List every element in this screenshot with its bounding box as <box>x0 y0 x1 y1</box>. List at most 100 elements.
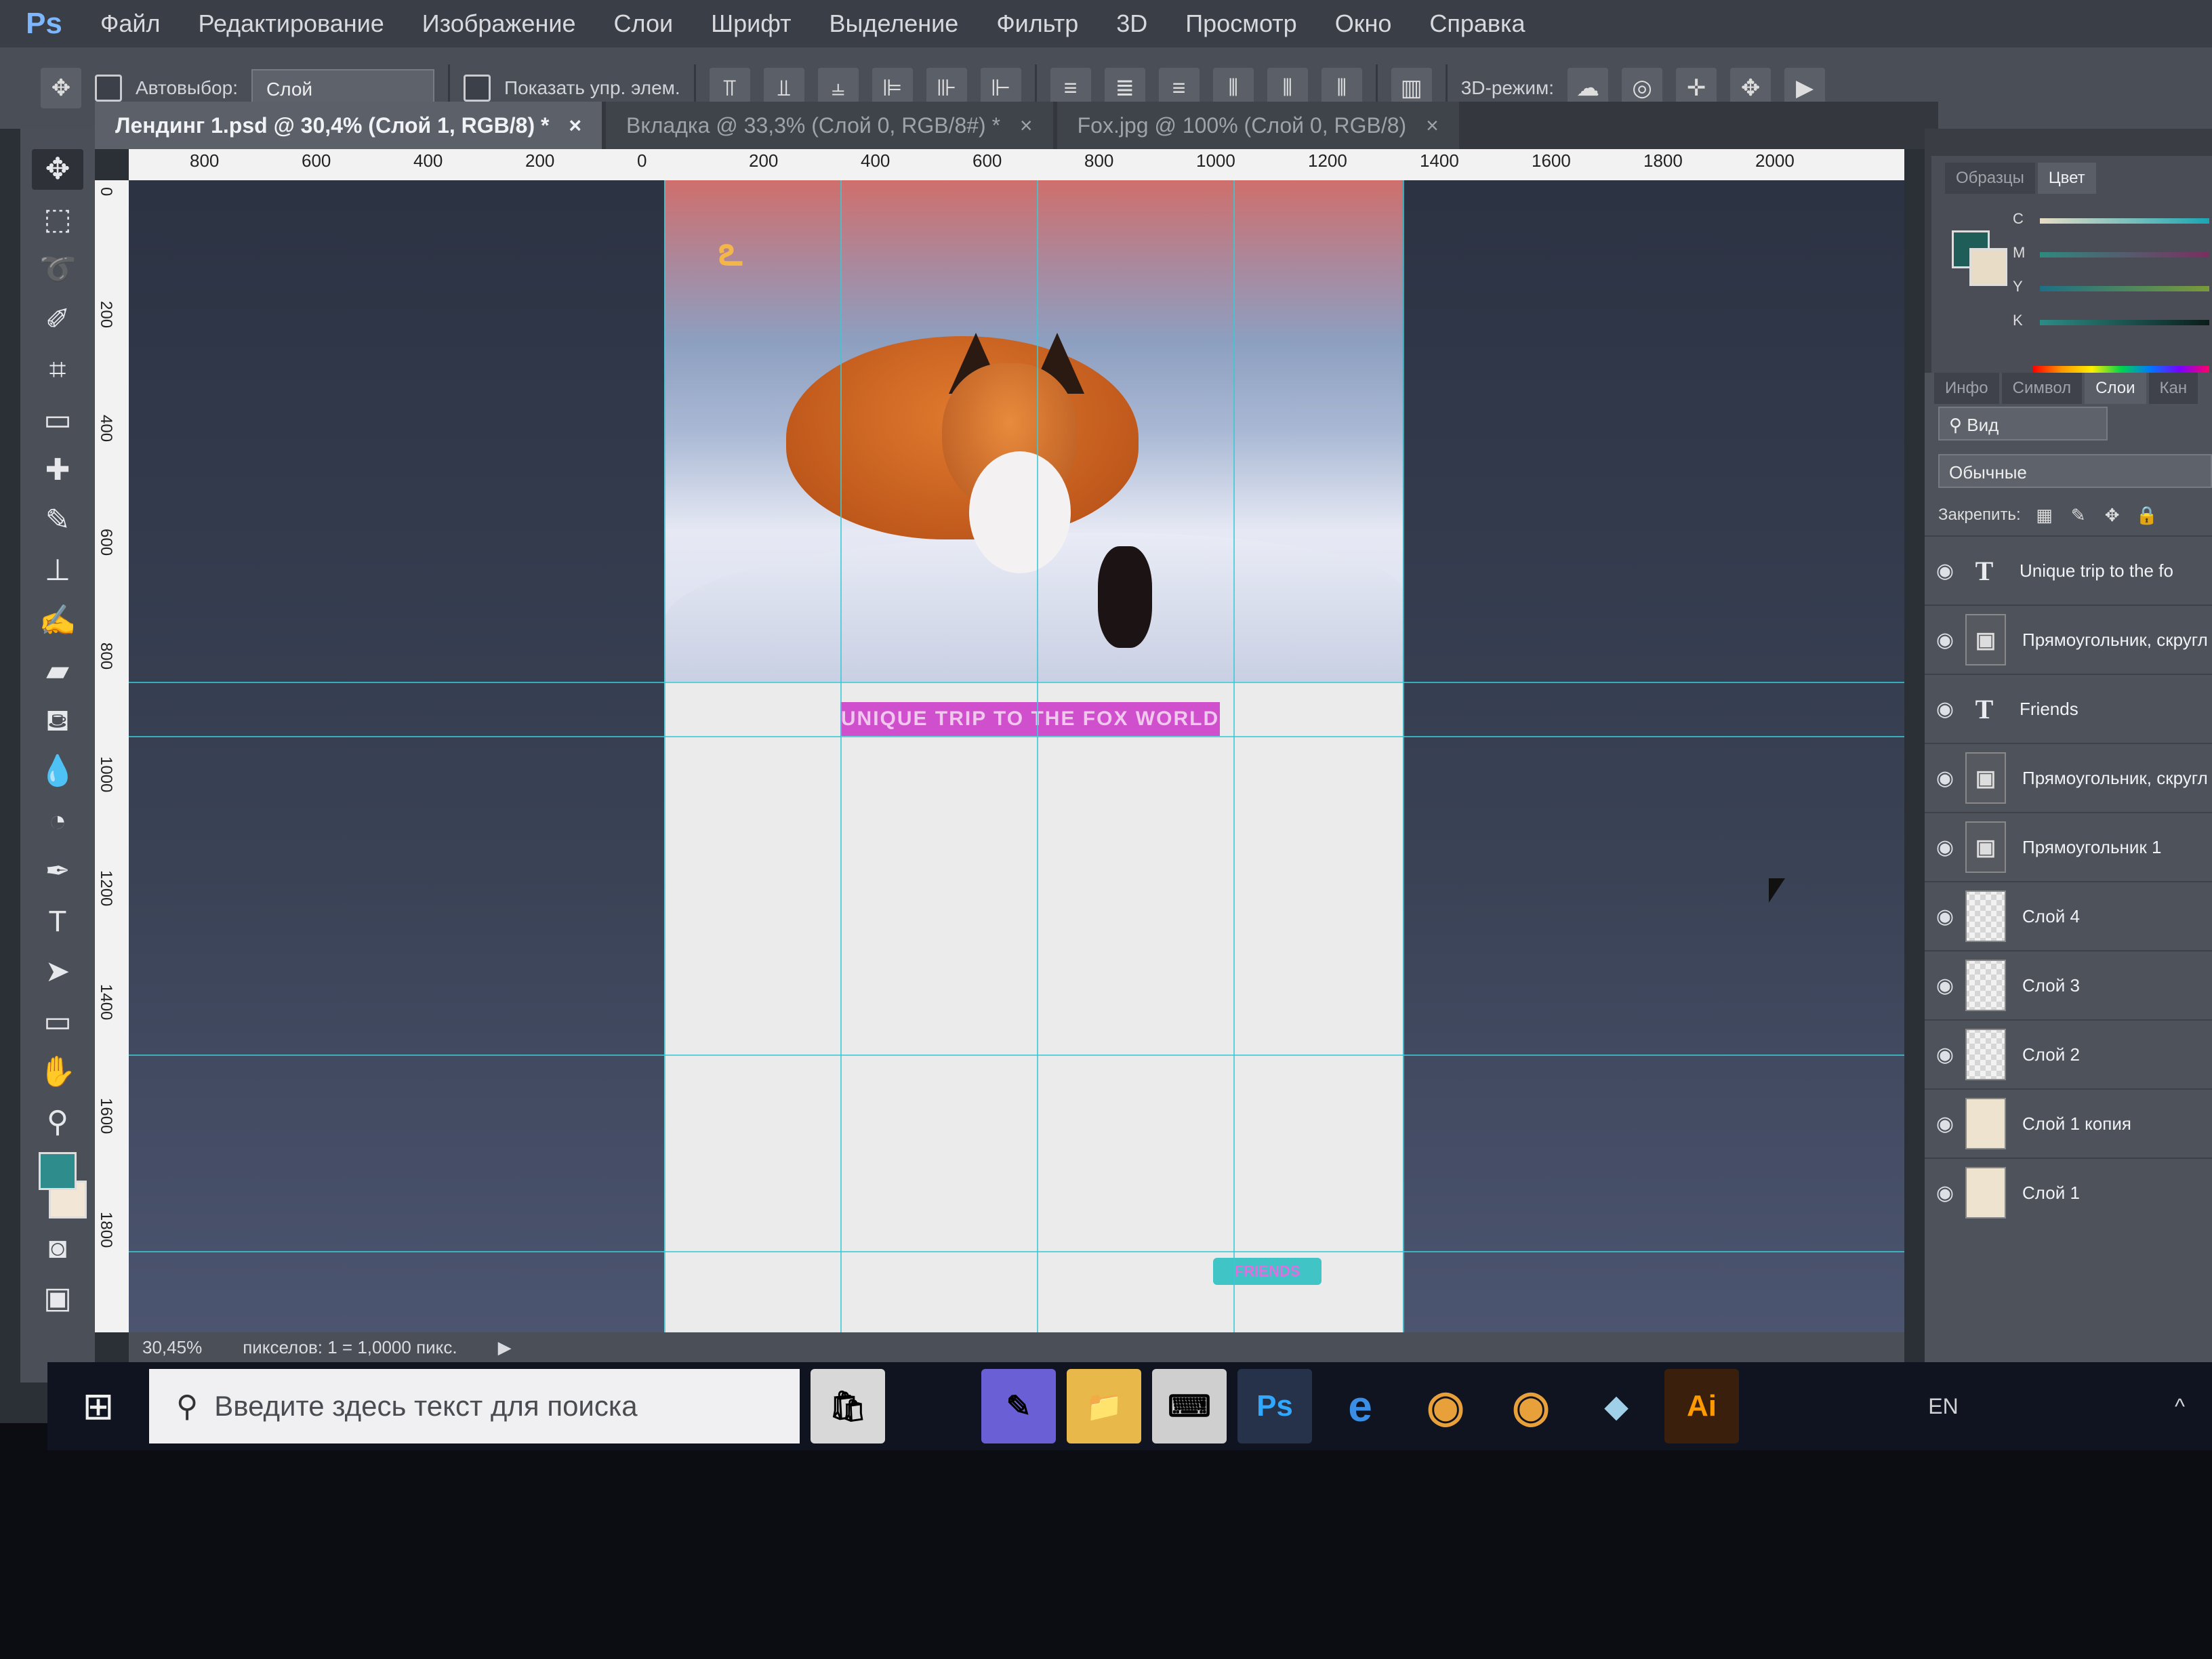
guide-horizontal[interactable] <box>129 736 1904 737</box>
document-info[interactable]: пикселов: 1 = 1,0000 пикс. <box>243 1337 457 1358</box>
windows-start-icon[interactable]: ⊞ <box>47 1362 149 1450</box>
slider-track[interactable] <box>2040 218 2209 224</box>
document-canvas[interactable]: ఽ UNIQUE TRIP TO THE FOX WORLD FRIENDS <box>664 180 1403 1332</box>
history-brush-tool-icon[interactable]: ✍ <box>32 600 83 641</box>
layer-row[interactable]: ◉ Слой 3 <box>1925 950 2212 1019</box>
eye-icon[interactable]: ◉ <box>1925 628 1965 652</box>
panel-background-swatch[interactable] <box>1969 248 2007 286</box>
healing-brush-tool-icon[interactable]: ✚ <box>32 450 83 491</box>
menu-3d[interactable]: 3D <box>1097 9 1166 38</box>
layer-row[interactable]: ◉ Слой 4 <box>1925 881 2212 950</box>
crop-tool-icon[interactable]: ⌗ <box>32 350 83 390</box>
eraser-tool-icon[interactable]: ▰ <box>32 651 83 691</box>
layer-row[interactable]: ◉ ▣ Прямоугольник, скругл <box>1925 605 2212 674</box>
menu-help[interactable]: Справка <box>1410 9 1544 38</box>
tab-second-document[interactable]: Вкладка @ 33,3% (Слой 0, RGB/8#) * × <box>606 102 1053 149</box>
canvas-area[interactable]: ఽ UNIQUE TRIP TO THE FOX WORLD FRIENDS <box>129 180 1904 1332</box>
pen-tool-icon[interactable]: ✒ <box>32 851 83 892</box>
tab-swatches[interactable]: Образцы <box>1945 163 2035 194</box>
cyan-slider[interactable]: C <box>2013 210 2209 230</box>
menu-view[interactable]: Просмотр <box>1166 9 1315 38</box>
tab-fox-image[interactable]: Fox.jpg @ 100% (Слой 0, RGB/8) × <box>1057 102 1459 149</box>
editor-app-icon[interactable]: ✎ <box>981 1369 1056 1443</box>
guide-vertical[interactable] <box>1037 180 1038 1332</box>
eye-icon[interactable]: ◉ <box>1925 1181 1965 1205</box>
tab-channels[interactable]: Кан <box>2148 373 2198 404</box>
move-tool-preset-icon[interactable]: ✥ <box>41 68 81 108</box>
yellow-slider[interactable]: Y <box>2013 278 2209 298</box>
tab-character[interactable]: Символ <box>2001 373 2083 404</box>
lock-pixels-icon[interactable]: ✎ <box>2068 505 2089 525</box>
clone-stamp-tool-icon[interactable]: ⊥ <box>32 550 83 591</box>
photoshop-app-icon[interactable]: Ps <box>1237 1369 1312 1443</box>
move-tool-icon[interactable]: ✥ <box>32 149 83 190</box>
guide-vertical[interactable] <box>1233 180 1235 1332</box>
layer-row[interactable]: ◉ Слой 2 <box>1925 1019 2212 1088</box>
black-slider[interactable]: K <box>2013 312 2209 332</box>
tray-chevron-icon[interactable]: ^ <box>2175 1394 2185 1419</box>
layer-row[interactable]: ◉ ▣ Прямоугольник 1 <box>1925 812 2212 881</box>
eye-icon[interactable]: ◉ <box>1925 1112 1965 1136</box>
lock-position-icon[interactable]: ✥ <box>2102 505 2123 525</box>
lasso-tool-icon[interactable]: ➰ <box>32 249 83 290</box>
tab-layers[interactable]: Слои <box>2085 373 2146 404</box>
zoom-level[interactable]: 30,45% <box>142 1337 202 1358</box>
dodge-tool-icon[interactable]: ◔ <box>32 801 83 842</box>
guide-horizontal[interactable] <box>129 1251 1904 1252</box>
language-indicator[interactable]: EN <box>1928 1394 1958 1419</box>
guide-horizontal[interactable] <box>129 1054 1904 1056</box>
horizontal-ruler[interactable]: 800 600 400 200 0 200 400 600 800 1000 1200 1400 160… <box>129 149 1904 180</box>
notes-app-icon[interactable]: ◆ <box>1579 1369 1654 1443</box>
layer-row[interactable]: ◉ Слой 1 <box>1925 1158 2212 1227</box>
guide-horizontal[interactable] <box>129 682 1904 683</box>
autoselect-checkbox[interactable] <box>95 75 122 102</box>
close-icon[interactable]: × <box>1020 113 1033 138</box>
paint-bucket-tool-icon[interactable]: ⛾ <box>32 701 83 741</box>
magenta-slider[interactable]: M <box>2013 244 2209 264</box>
guide-vertical[interactable] <box>1403 180 1404 1332</box>
blend-mode-dropdown[interactable]: Обычные <box>1938 454 2212 488</box>
eye-icon[interactable]: ◉ <box>1925 905 1965 928</box>
slider-track[interactable] <box>2040 252 2209 258</box>
task-view-icon[interactable] <box>896 1369 970 1443</box>
hand-tool-icon[interactable]: ✋ <box>32 1052 83 1092</box>
layer-row[interactable]: ◉ ▣ Прямоугольник, скругл <box>1925 743 2212 812</box>
menu-layers[interactable]: Слои <box>595 9 693 38</box>
zoom-tool-icon[interactable]: ⚲ <box>32 1102 83 1143</box>
rectangle-tool-icon[interactable]: ▭ <box>32 1002 83 1042</box>
eye-icon[interactable]: ◉ <box>1925 1043 1965 1067</box>
menu-window[interactable]: Окно <box>1316 9 1411 38</box>
taskbar-search-box[interactable]: ⚲ Введите здесь текст для поиска <box>149 1369 800 1443</box>
layer-row[interactable]: ◉ T Unique trip to the fo <box>1925 535 2212 605</box>
status-arrow-icon[interactable]: ▶ <box>498 1337 512 1358</box>
guide-vertical[interactable] <box>840 180 842 1332</box>
brush-tool-icon[interactable]: ✎ <box>32 500 83 541</box>
menu-edit[interactable]: Редактирование <box>180 9 403 38</box>
chrome-browser-icon[interactable]: ◉ <box>1494 1369 1568 1443</box>
layer-row[interactable]: ◉ T Friends <box>1925 674 2212 743</box>
tab-landing[interactable]: Лендинг 1.psd @ 30,4% (Слой 1, RGB/8) * … <box>95 102 602 149</box>
eye-icon[interactable]: ◉ <box>1925 697 1965 721</box>
menu-type[interactable]: Шрифт <box>692 9 810 38</box>
lock-transparency-icon[interactable]: ▦ <box>2034 505 2055 525</box>
close-icon[interactable]: × <box>569 113 581 138</box>
tab-color[interactable]: Цвет <box>2037 163 2096 194</box>
file-explorer-icon[interactable]: 📁 <box>1067 1369 1141 1443</box>
eye-icon[interactable]: ◉ <box>1925 766 1965 790</box>
show-transform-checkbox[interactable] <box>463 75 491 102</box>
slider-track[interactable] <box>2040 320 2209 325</box>
chrome-browser-icon[interactable]: ◉ <box>1408 1369 1483 1443</box>
guide-vertical[interactable] <box>664 180 665 1332</box>
store-app-icon[interactable]: 🛍 <box>811 1369 885 1443</box>
eye-icon[interactable]: ◉ <box>1925 836 1965 859</box>
lock-all-icon[interactable]: 🔒 <box>2136 505 2158 525</box>
quick-mask-icon[interactable]: ◙ <box>32 1228 83 1269</box>
eye-icon[interactable]: ◉ <box>1925 559 1965 583</box>
type-tool-icon[interactable]: T <box>32 901 83 942</box>
close-icon[interactable]: × <box>1426 113 1439 138</box>
path-selection-tool-icon[interactable]: ➤ <box>32 951 83 992</box>
menu-file[interactable]: Файл <box>81 9 180 38</box>
layer-row[interactable]: ◉ Слой 1 копия <box>1925 1088 2212 1158</box>
layer-filter-dropdown[interactable]: ⚲ Вид <box>1938 407 2108 441</box>
quick-select-tool-icon[interactable]: ✐ <box>32 300 83 340</box>
